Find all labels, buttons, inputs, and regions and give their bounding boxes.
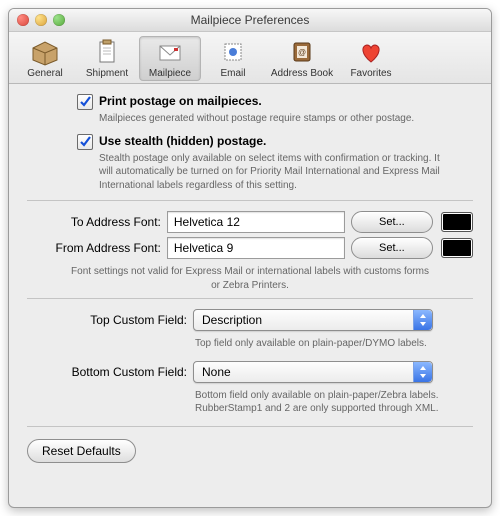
- from-font-field[interactable]: Helvetica 9: [167, 237, 345, 259]
- toolbar-label: Favorites: [350, 68, 391, 79]
- bottom-custom-popup[interactable]: None: [193, 361, 433, 383]
- print-postage-checkbox[interactable]: [77, 94, 93, 110]
- reset-defaults-button[interactable]: Reset Defaults: [27, 439, 136, 463]
- from-font-label: From Address Font:: [27, 241, 167, 255]
- toolbar-label: Address Book: [271, 68, 333, 79]
- divider: [27, 200, 473, 201]
- from-font-color-swatch[interactable]: [441, 238, 473, 258]
- toolbar-label: Mailpiece: [149, 68, 191, 79]
- toolbar-tab-shipment[interactable]: Shipment: [77, 36, 137, 81]
- content-area: Print postage on mailpieces. Mailpieces …: [9, 84, 491, 475]
- divider: [27, 298, 473, 299]
- svg-text:@: @: [298, 48, 306, 57]
- address-book-icon: @: [286, 38, 318, 66]
- zoom-window-button[interactable]: [53, 14, 65, 26]
- toolbar-label: Email: [220, 68, 245, 79]
- box-icon: [29, 38, 61, 66]
- toolbar-label: Shipment: [86, 68, 128, 79]
- toolbar-tab-address-book[interactable]: @ Address Book: [265, 36, 339, 81]
- from-font-set-button[interactable]: Set...: [351, 237, 433, 259]
- stealth-postage-desc: Stealth postage only available on select…: [99, 152, 453, 193]
- stamp-icon: [217, 38, 249, 66]
- envelope-icon: [154, 38, 186, 66]
- window-title: Mailpiece Preferences: [9, 13, 491, 27]
- traffic-lights: [9, 14, 65, 26]
- toolbar-tab-general[interactable]: General: [15, 36, 75, 81]
- toolbar-tab-mailpiece[interactable]: Mailpiece: [139, 36, 201, 81]
- to-font-field[interactable]: Helvetica 12: [167, 211, 345, 233]
- print-postage-label: Print postage on mailpieces.: [99, 94, 262, 108]
- close-window-button[interactable]: [17, 14, 29, 26]
- toolbar-tab-favorites[interactable]: Favorites: [341, 36, 401, 81]
- to-font-label: To Address Font:: [27, 215, 167, 229]
- updown-arrows-icon: [413, 362, 432, 382]
- heart-icon: [355, 38, 387, 66]
- bottom-custom-note: Bottom field only available on plain-pap…: [195, 389, 453, 416]
- titlebar: Mailpiece Preferences: [9, 9, 491, 32]
- bottom-custom-label: Bottom Custom Field:: [27, 365, 193, 379]
- bottom-custom-value: None: [202, 365, 231, 379]
- stealth-postage-label: Use stealth (hidden) postage.: [99, 134, 266, 148]
- minimize-window-button[interactable]: [35, 14, 47, 26]
- divider: [27, 426, 473, 427]
- stealth-postage-checkbox[interactable]: [77, 134, 93, 150]
- toolbar-label: General: [27, 68, 63, 79]
- top-custom-popup[interactable]: Description: [193, 309, 433, 331]
- top-custom-label: Top Custom Field:: [27, 313, 193, 327]
- toolbar-tab-email[interactable]: Email: [203, 36, 263, 81]
- to-font-set-button[interactable]: Set...: [351, 211, 433, 233]
- preferences-window: Mailpiece Preferences General Shipment M…: [8, 8, 492, 508]
- to-font-color-swatch[interactable]: [441, 212, 473, 232]
- print-postage-desc: Mailpieces generated without postage req…: [99, 112, 453, 126]
- clipboard-icon: [91, 38, 123, 66]
- top-custom-note: Top field only available on plain-paper/…: [195, 337, 453, 351]
- top-custom-value: Description: [202, 313, 262, 327]
- updown-arrows-icon: [413, 310, 432, 330]
- font-note: Font settings not valid for Express Mail…: [67, 265, 433, 292]
- toolbar: General Shipment Mailpiece Email @ Addre…: [9, 32, 491, 84]
